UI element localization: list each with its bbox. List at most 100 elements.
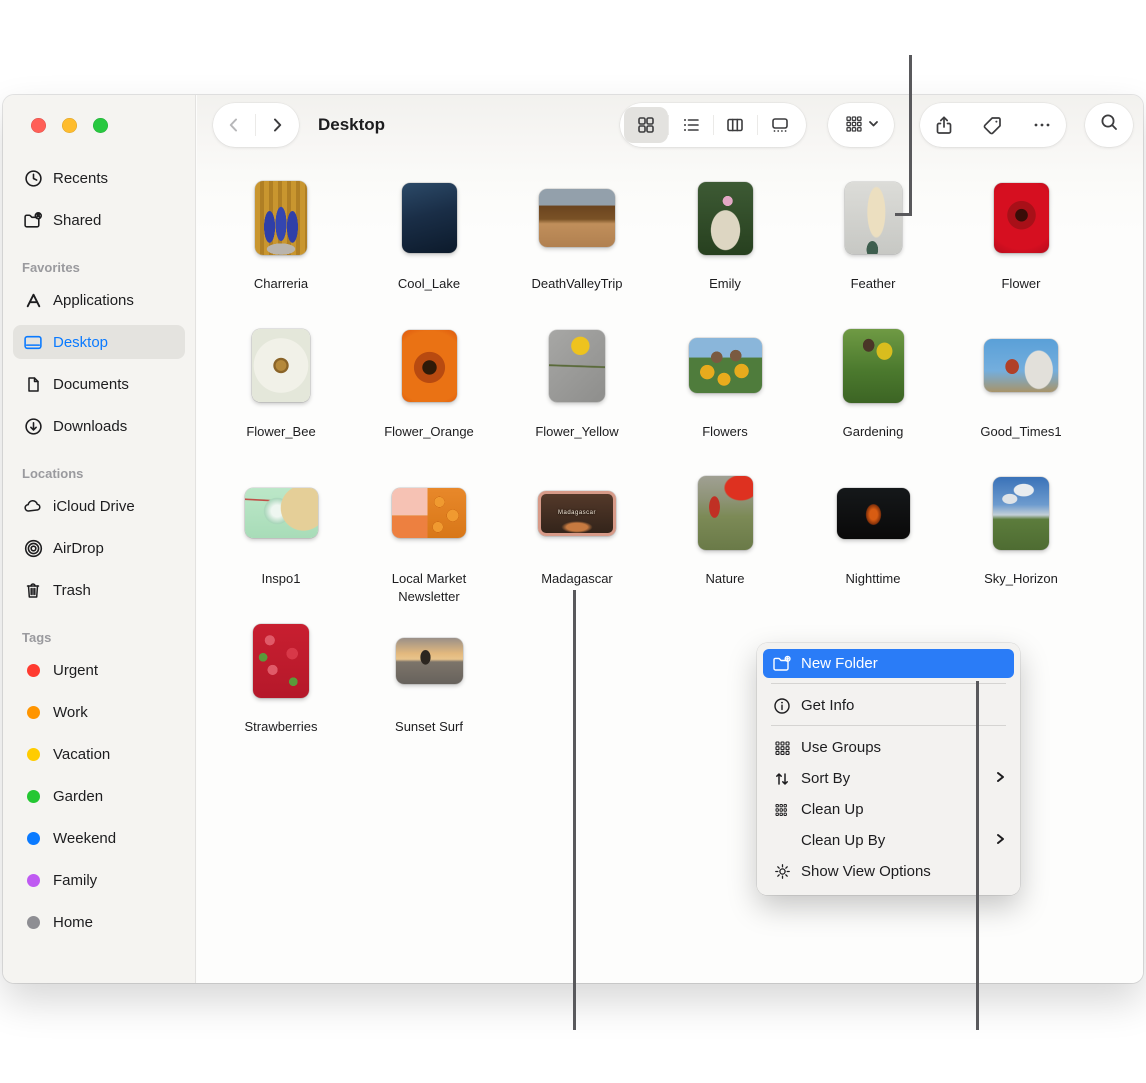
search-button[interactable]	[1085, 103, 1133, 147]
clean-up-icon	[771, 802, 793, 818]
file-name: Madagascar	[541, 570, 613, 588]
menu-separator	[771, 725, 1006, 726]
tag-button[interactable]	[973, 103, 1013, 147]
close-button[interactable]	[31, 118, 46, 133]
sidebar-item-shared[interactable]: Shared	[13, 203, 185, 237]
sidebar-item-tag-home[interactable]: Home	[13, 905, 185, 939]
sidebar-item-tag-garden[interactable]: Garden	[13, 779, 185, 813]
submenu-chevron-icon	[996, 770, 1005, 787]
file-item[interactable]: Good_Times1	[947, 313, 1095, 461]
sidebar-item-tag-work[interactable]: Work	[13, 695, 185, 729]
callout-line-madagascar	[573, 590, 576, 1030]
file-item[interactable]: Strawberries	[207, 608, 355, 756]
file-thumbnail	[255, 181, 307, 255]
file-item[interactable]: Nature	[651, 460, 799, 608]
gallery-view-button[interactable]	[758, 107, 802, 143]
file-thumbnail	[402, 183, 457, 253]
file-thumbnail-box	[207, 460, 355, 566]
file-item[interactable]: Sky_Horizon	[947, 460, 1095, 608]
sort-icon	[771, 771, 793, 787]
sidebar-item-applications[interactable]: Applications	[13, 283, 185, 317]
file-item[interactable]: Inspo1	[207, 460, 355, 608]
callout-line-context-menu	[976, 681, 979, 1030]
file-name: Flower_Bee	[246, 423, 315, 441]
file-item[interactable]: Emily	[651, 165, 799, 313]
file-thumbnail	[392, 488, 466, 538]
file-item[interactable]: Flower	[947, 165, 1095, 313]
sidebar-item-downloads[interactable]: Downloads	[13, 409, 185, 443]
sidebar-item-recents[interactable]: Recents	[13, 161, 185, 195]
file-thumbnail	[689, 338, 762, 393]
tag-dot-orange	[22, 701, 44, 723]
file-thumbnail	[698, 476, 753, 550]
file-name: Cool_Lake	[398, 275, 460, 293]
sidebar-item-documents[interactable]: Documents	[13, 367, 185, 401]
context-menu: New Folder Get Info Use Groups Sort By	[757, 643, 1020, 895]
sidebar-item-label: Work	[53, 704, 88, 721]
file-item[interactable]: Local Market Newsletter	[355, 460, 503, 608]
file-item[interactable]: Cool_Lake	[355, 165, 503, 313]
clock-icon	[22, 167, 44, 189]
trash-icon	[22, 579, 44, 601]
sidebar-item-icloud-drive[interactable]: iCloud Drive	[13, 489, 185, 523]
sidebar-item-tag-weekend[interactable]: Weekend	[13, 821, 185, 855]
sidebar-item-airdrop[interactable]: AirDrop	[13, 531, 185, 565]
toolbar-actions	[920, 103, 1066, 147]
tag-dot-green	[22, 785, 44, 807]
minimize-button[interactable]	[62, 118, 77, 133]
sidebar-item-label: Desktop	[53, 334, 108, 351]
file-name: Nature	[705, 570, 744, 588]
zoom-button[interactable]	[93, 118, 108, 133]
file-thumbnail	[843, 329, 904, 403]
file-item[interactable]: Flower_Bee	[207, 313, 355, 461]
sidebar-item-label: iCloud Drive	[53, 498, 135, 515]
tag-dot-red	[22, 659, 44, 681]
file-name: Sky_Horizon	[984, 570, 1058, 588]
sidebar-section-tags: Tags	[22, 625, 185, 645]
file-item[interactable]: Nighttime	[799, 460, 947, 608]
sidebar-item-desktop[interactable]: Desktop	[13, 325, 185, 359]
file-name: Local Market Newsletter	[370, 570, 488, 605]
view-switcher	[620, 103, 806, 147]
file-name: Good_Times1	[980, 423, 1061, 441]
file-item[interactable]: Flower_Orange	[355, 313, 503, 461]
icon-view-button[interactable]	[624, 107, 668, 143]
file-item[interactable]: DeathValleyTrip	[503, 165, 651, 313]
sidebar-item-label: Home	[53, 914, 93, 931]
sidebar-item-tag-urgent[interactable]: Urgent	[13, 653, 185, 687]
chevron-down-icon	[868, 116, 879, 134]
file-name: Sunset Surf	[395, 718, 463, 736]
column-view-button[interactable]	[714, 107, 758, 143]
sidebar-item-label: AirDrop	[53, 540, 104, 557]
menu-item-label: Show View Options	[801, 863, 1005, 880]
group-button[interactable]	[828, 103, 894, 147]
sidebar-item-trash[interactable]: Trash	[13, 573, 185, 607]
sidebar-item-label: Applications	[53, 292, 134, 309]
file-item[interactable]: Flowers	[651, 313, 799, 461]
back-button[interactable]	[213, 103, 255, 147]
file-thumbnail-box	[207, 608, 355, 714]
file-item[interactable]: Flower_Yellow	[503, 313, 651, 461]
tag-dot-gray	[22, 911, 44, 933]
share-button[interactable]	[924, 103, 964, 147]
file-thumbnail-box	[207, 165, 355, 271]
app-store-icon	[22, 289, 44, 311]
menu-item-new-folder[interactable]: New Folder	[763, 649, 1014, 678]
file-thumbnail-box	[651, 460, 799, 566]
sidebar-item-tag-vacation[interactable]: Vacation	[13, 737, 185, 771]
file-item[interactable]: Sunset Surf	[355, 608, 503, 756]
file-item[interactable]: Feather	[799, 165, 947, 313]
sidebar-item-tag-family[interactable]: Family	[13, 863, 185, 897]
sidebar: Recents Shared Favorites Applications	[3, 95, 196, 983]
forward-button[interactable]	[256, 103, 298, 147]
file-item[interactable]: Madagascar Madagascar	[503, 460, 651, 608]
download-icon	[22, 415, 44, 437]
more-button[interactable]	[1022, 103, 1062, 147]
file-thumbnail	[837, 488, 910, 539]
file-item[interactable]: Gardening	[799, 313, 947, 461]
file-thumbnail	[402, 330, 457, 402]
file-thumbnail	[993, 477, 1049, 550]
file-item[interactable]: Charreria	[207, 165, 355, 313]
file-name: Emily	[709, 275, 741, 293]
list-view-button[interactable]	[669, 107, 713, 143]
